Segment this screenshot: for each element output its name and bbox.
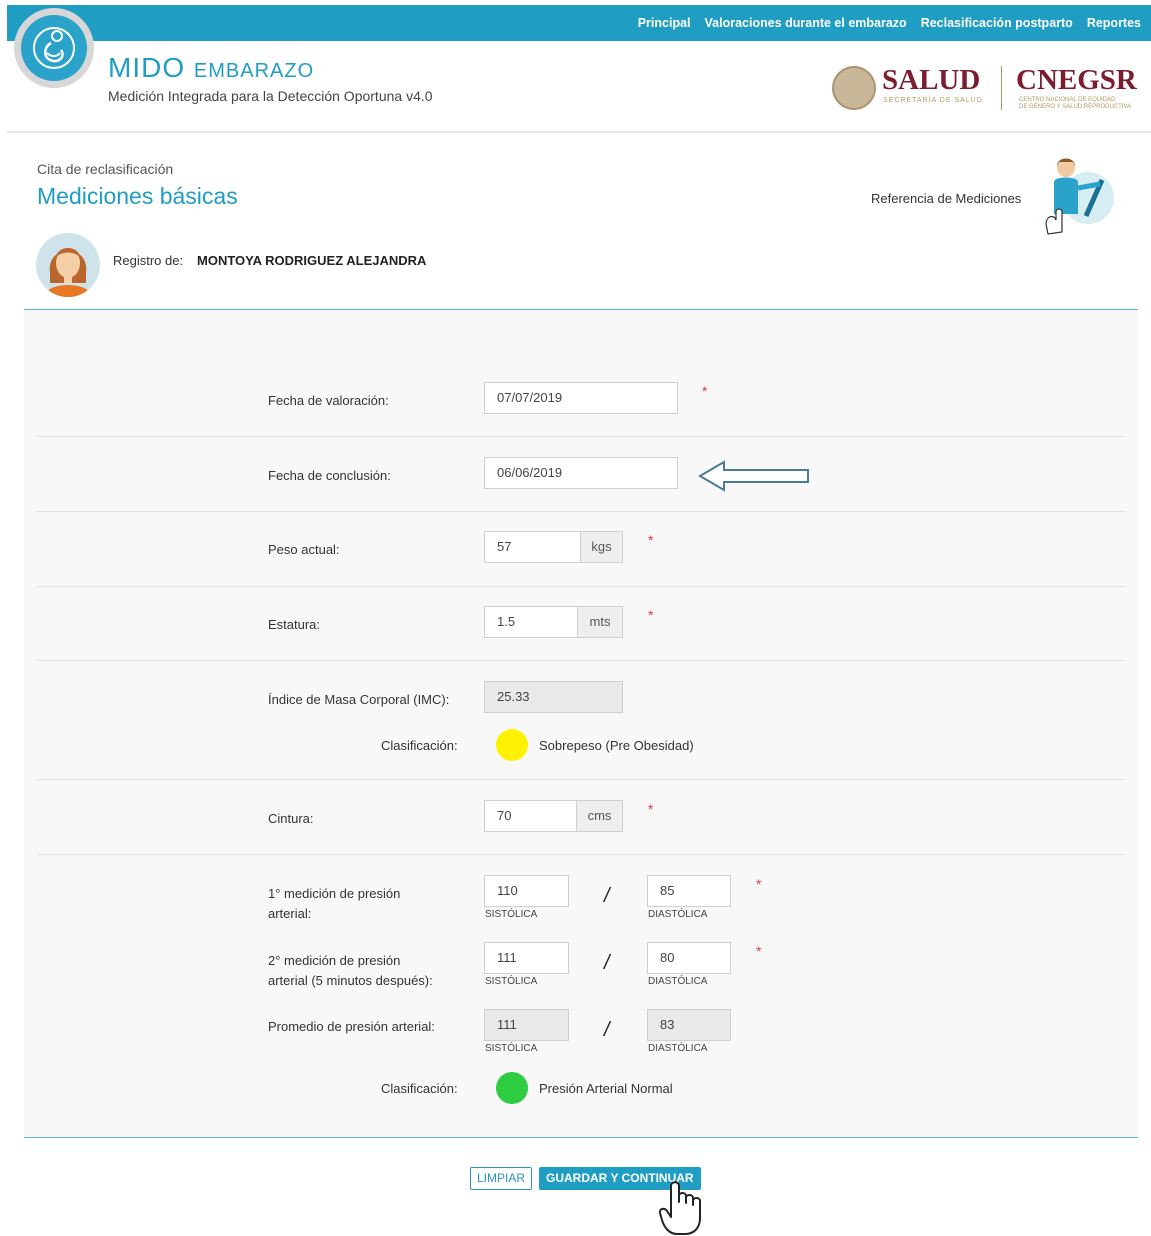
salud-subtitle: SECRETARÍA DE SALUD xyxy=(883,97,983,104)
fecha-valoracion-input[interactable]: 07/07/2019 xyxy=(484,382,678,414)
presion2-label-line2: arterial (5 minutos después): xyxy=(268,973,433,988)
diastolica-hint: DIASTÓLICA xyxy=(648,909,708,920)
top-nav: Principal Valoraciones durante el embara… xyxy=(638,5,1141,41)
row-divider xyxy=(37,511,1126,512)
nurse-measuring-icon[interactable] xyxy=(1040,154,1116,242)
diastolica-hint: DIASTÓLICA xyxy=(648,1043,708,1054)
required-mark: * xyxy=(648,801,654,817)
top-nav-bar: Principal Valoraciones durante el embara… xyxy=(7,5,1151,41)
pressure-separator: / xyxy=(604,952,610,974)
peso-unit: kgs xyxy=(580,531,623,563)
cnegsr-subtitle-1: CENTRO NACIONAL DE EQUIDAD xyxy=(1019,97,1116,103)
presion-clasificacion-text: Presión Arterial Normal xyxy=(539,1081,673,1096)
row-divider xyxy=(37,779,1126,780)
required-mark: * xyxy=(702,383,708,399)
salud-logo: SALUD xyxy=(882,64,981,96)
patient-avatar xyxy=(36,233,100,297)
app-title-small: EMBARAZO xyxy=(193,60,315,82)
mexico-seal-icon xyxy=(832,66,876,110)
imc-status-indicator xyxy=(496,729,528,761)
breadcrumb: Cita de reclasificación xyxy=(37,161,174,177)
fecha-conclusion-label: Fecha de conclusión: xyxy=(268,468,391,483)
row-divider xyxy=(37,586,1126,587)
sistolica-hint: SISTÓLICA xyxy=(485,976,538,987)
cintura-unit: cms xyxy=(576,800,623,832)
cnegsr-subtitle-2: DE GÉNERO Y SALUD REPRODUCTIVA xyxy=(1019,104,1132,110)
fecha-valoracion-label: Fecha de valoración: xyxy=(268,393,389,408)
sistolica-hint: SISTÓLICA xyxy=(485,1043,538,1054)
peso-input[interactable]: 57 xyxy=(484,531,581,563)
required-mark: * xyxy=(648,532,654,548)
app-title: MIDO EMBARAZO xyxy=(108,52,314,84)
limpiar-button[interactable]: LIMPIAR xyxy=(470,1167,533,1190)
promedio-label: Promedio de presión arterial: xyxy=(268,1019,435,1034)
cintura-input[interactable]: 70 xyxy=(484,800,577,832)
cnegsr-logo: CNEGSR xyxy=(1016,64,1137,96)
presion1-label-line1: 1° medición de presión xyxy=(268,886,401,901)
measurements-form xyxy=(24,309,1138,1138)
woman-avatar-icon xyxy=(44,248,92,297)
required-mark: * xyxy=(756,943,762,959)
hand-pointer-icon xyxy=(658,1181,701,1235)
promedio-sistolica-value: 111 xyxy=(484,1009,569,1041)
pressure-separator: / xyxy=(604,1019,610,1041)
patient-name: MONTOYA RODRIGUEZ ALEJANDRA xyxy=(197,253,427,268)
presion2-sistolica-input[interactable]: 111 xyxy=(484,942,569,974)
diastolica-hint: DIASTÓLICA xyxy=(648,976,708,987)
presion2-diastolica-input[interactable]: 80 xyxy=(647,942,731,974)
nav-reclasificacion[interactable]: Reclasificación postparto xyxy=(921,16,1073,30)
cintura-label: Cintura: xyxy=(268,811,314,826)
row-divider xyxy=(37,436,1126,437)
presion2-label-line1: 2° medición de presión xyxy=(268,953,401,968)
sistolica-hint: SISTÓLICA xyxy=(485,909,538,920)
arrow-left-icon xyxy=(698,460,809,492)
logo-divider xyxy=(1001,66,1002,110)
presion1-sistolica-input[interactable]: 110 xyxy=(484,875,569,907)
imc-label: Índice de Masa Corporal (IMC): xyxy=(268,692,450,707)
presion-status-indicator xyxy=(496,1072,528,1104)
registro-label: Registro de: xyxy=(113,253,184,268)
presion1-diastolica-input[interactable]: 85 xyxy=(647,875,731,907)
pressure-separator: / xyxy=(604,885,610,907)
nav-principal[interactable]: Principal xyxy=(638,16,691,30)
estatura-input[interactable]: 1.5 xyxy=(484,606,578,638)
row-divider xyxy=(37,854,1126,855)
reference-link[interactable]: Referencia de Mediciones xyxy=(871,191,1021,206)
estatura-unit: mts xyxy=(577,606,623,638)
peso-label: Peso actual: xyxy=(268,542,340,557)
presion-clasificacion-label: Clasificación: xyxy=(381,1081,458,1096)
presion1-label-line2: arterial: xyxy=(268,906,312,921)
header-divider xyxy=(7,131,1151,133)
imc-clasificacion-label: Clasificación: xyxy=(381,738,458,753)
mido-logo[interactable] xyxy=(14,8,94,88)
app-subtitle: Medición Integrada para la Detección Opo… xyxy=(108,88,433,104)
row-divider xyxy=(37,660,1126,661)
promedio-diastolica-value: 83 xyxy=(647,1009,731,1041)
required-mark: * xyxy=(756,876,762,892)
pregnancy-icon xyxy=(21,15,87,81)
fecha-conclusion-input[interactable]: 06/06/2019 xyxy=(484,457,678,489)
required-mark: * xyxy=(648,607,654,623)
app-title-main: MIDO xyxy=(108,52,186,83)
imc-clasificacion-text: Sobrepeso (Pre Obesidad) xyxy=(539,738,694,753)
imc-value: 25.33 xyxy=(484,681,623,713)
page-title: Mediciones básicas xyxy=(37,183,238,209)
estatura-label: Estatura: xyxy=(268,617,321,632)
nav-reportes[interactable]: Reportes xyxy=(1087,16,1141,30)
nav-valoraciones[interactable]: Valoraciones durante el embarazo xyxy=(705,16,907,30)
